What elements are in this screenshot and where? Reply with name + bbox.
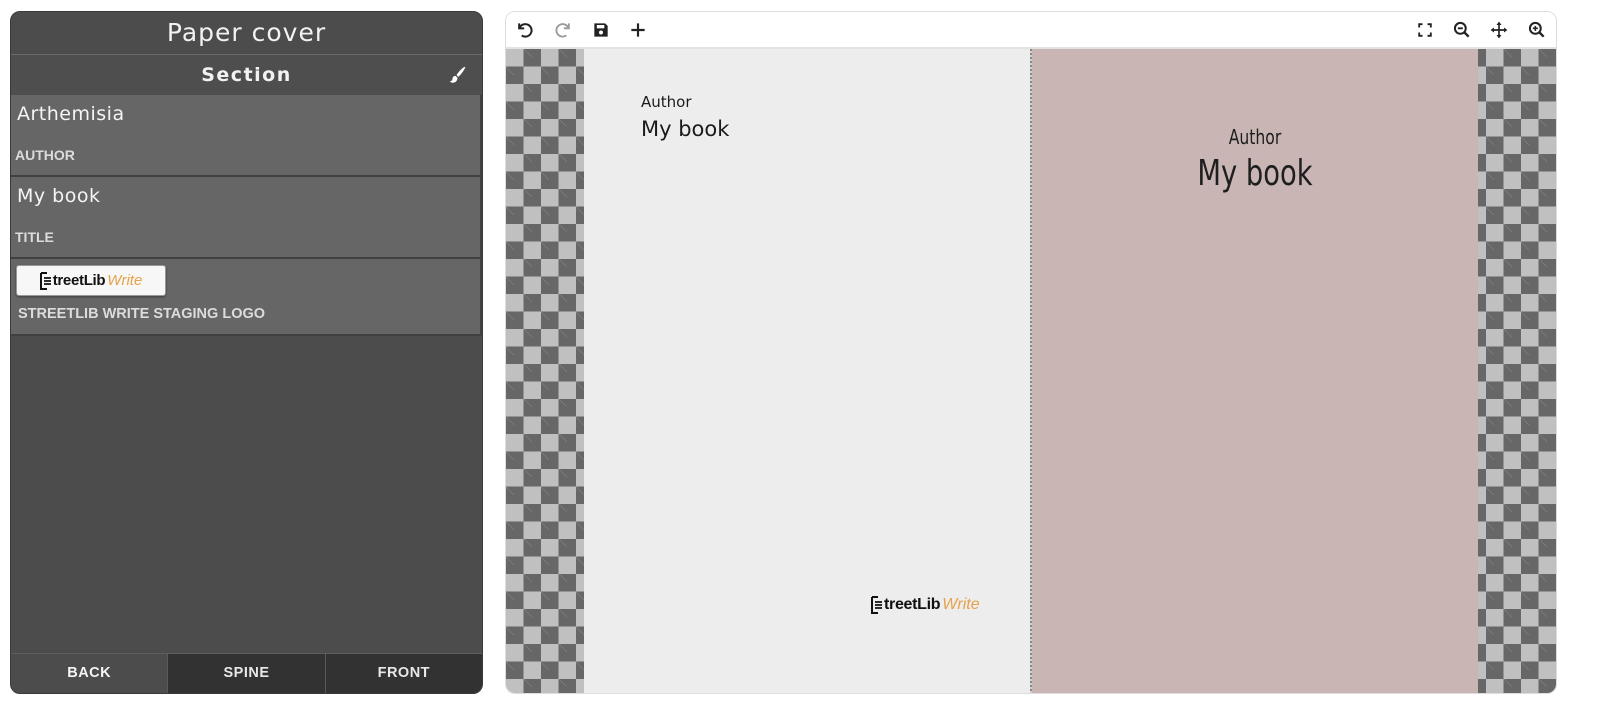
tab-back[interactable]: BACK <box>11 654 168 693</box>
section-label: Section <box>201 64 292 86</box>
tab-front[interactable]: FRONT <box>324 654 482 693</box>
streetlib-logo-icon <box>871 596 882 614</box>
cover-part-tabs: BACK SPINE FRONT <box>11 653 482 693</box>
author-label: AUTHOR <box>15 147 75 163</box>
save-icon[interactable] <box>591 20 611 40</box>
streetlib-logo-icon <box>39 271 51 290</box>
streetlib-logo: treetLib Write <box>39 271 142 290</box>
author-field[interactable]: Arthemisia AUTHOR <box>11 95 482 177</box>
logo-select-button[interactable]: treetLib Write <box>16 265 166 296</box>
fullscreen-icon[interactable] <box>1415 20 1435 40</box>
cover-settings-panel: Paper cover Section Arthemisia AUTHOR My… <box>10 11 483 694</box>
front-cover[interactable]: Author My book <box>1032 49 1478 693</box>
paintbrush-icon[interactable] <box>446 64 468 86</box>
front-author-text[interactable]: Author <box>1081 125 1429 149</box>
logo-field: treetLib Write STREETLIB WRITE STAGING L… <box>11 259 482 336</box>
title-field[interactable]: My book TITLE <box>11 177 482 259</box>
move-icon[interactable] <box>1489 20 1509 40</box>
zoom-out-icon[interactable] <box>1452 20 1472 40</box>
back-title-text[interactable]: My book <box>641 117 729 141</box>
logo-label: STREETLIB WRITE STAGING LOGO <box>18 306 266 322</box>
undo-icon[interactable] <box>515 20 535 40</box>
redo-icon[interactable] <box>553 20 573 40</box>
editor-toolbar <box>506 12 1556 49</box>
tab-spine[interactable]: SPINE <box>167 654 325 693</box>
back-author-text[interactable]: Author <box>641 93 692 111</box>
title-input[interactable]: My book <box>17 185 101 207</box>
front-title-text[interactable]: My book <box>1086 153 1425 194</box>
back-logo[interactable]: treetLib Write <box>871 596 980 614</box>
cover-editor: Author My book treetLib Write Author My … <box>505 11 1557 694</box>
back-cover[interactable]: Author My book treetLib Write <box>584 49 1030 693</box>
add-icon[interactable] <box>628 20 648 40</box>
panel-title: Paper cover <box>11 12 482 55</box>
zoom-in-icon[interactable] <box>1527 20 1547 40</box>
cover-canvas[interactable]: Author My book treetLib Write Author My … <box>506 49 1556 693</box>
section-header: Section <box>11 55 482 95</box>
author-input[interactable]: Arthemisia <box>17 103 125 125</box>
streetlib-logo: treetLib Write <box>871 596 980 614</box>
title-label: TITLE <box>15 229 54 245</box>
